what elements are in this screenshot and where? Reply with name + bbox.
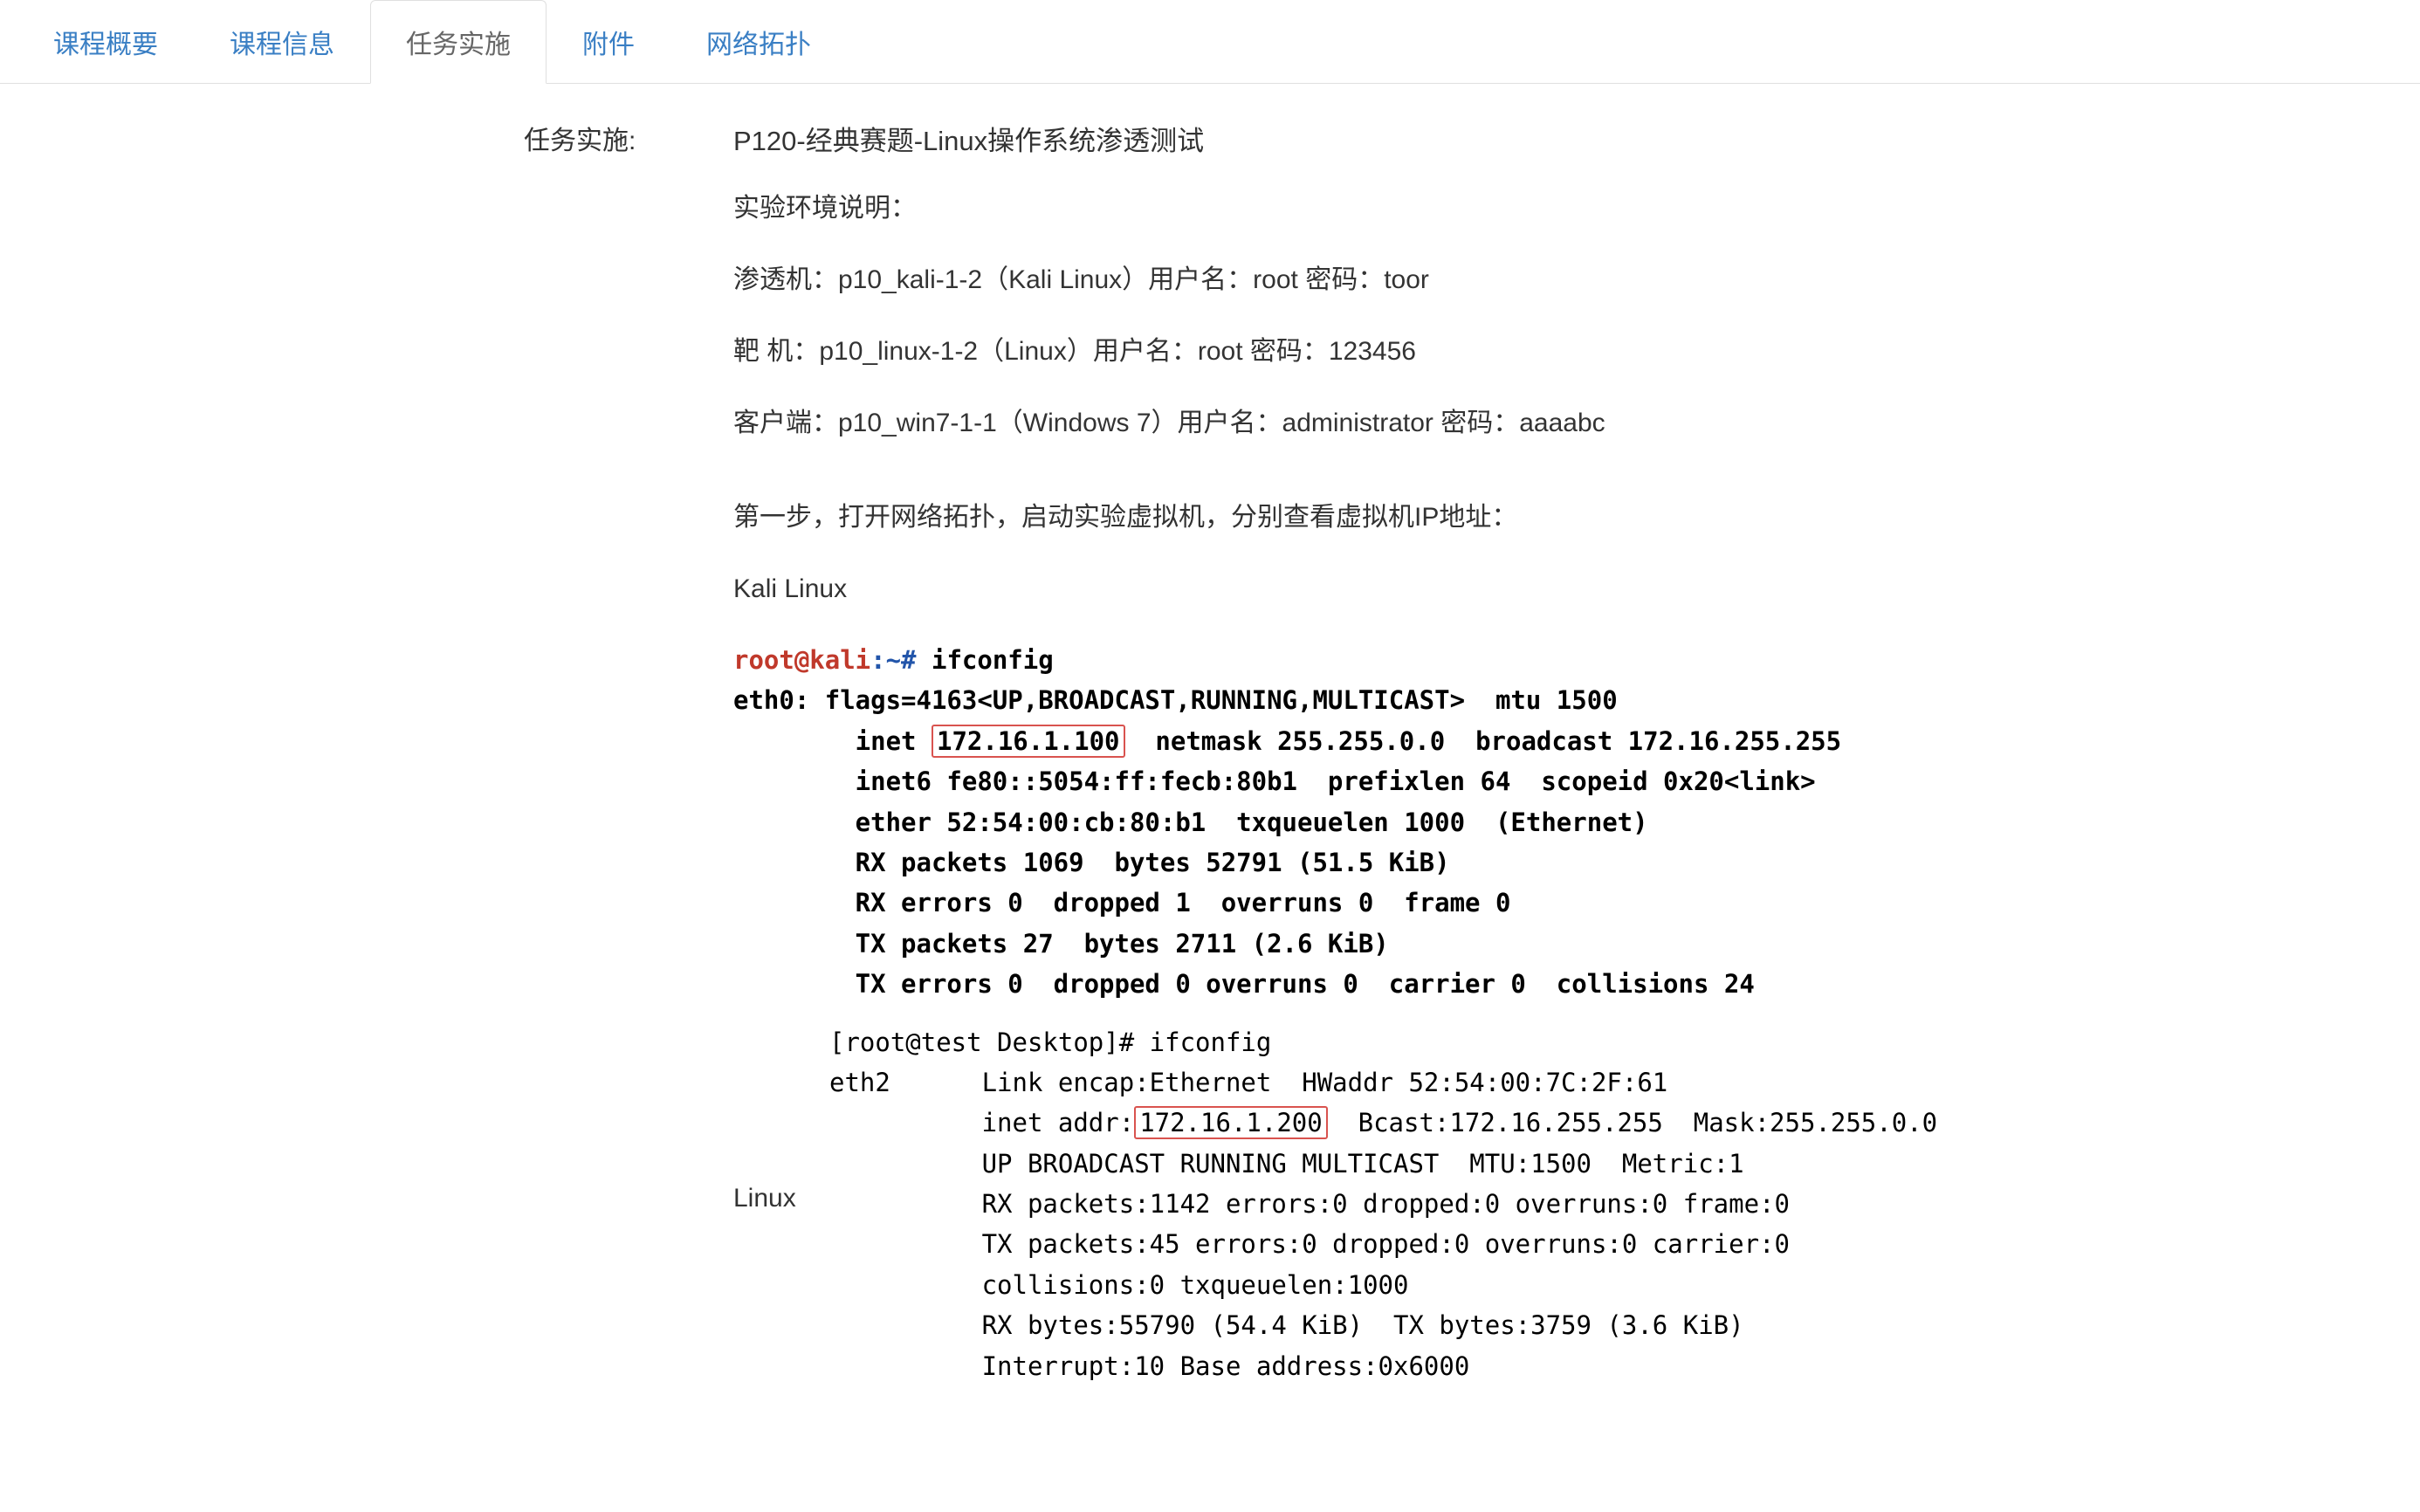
linux-line5: TX packets:45 errors:0 dropped:0 overrun…	[829, 1229, 1790, 1259]
kali-line3: inet6 fe80::5054:ff:fecb:80b1 prefixlen …	[733, 766, 1816, 796]
kali-label: Kali Linux	[733, 568, 2385, 610]
linux-line8: Interrupt:10 Base address:0x6000	[829, 1351, 1469, 1381]
kali-terminal-output: root@kali:~# ifconfig eth0: flags=4163<U…	[733, 640, 2385, 1005]
linux-ip-highlight: 172.16.1.200	[1134, 1106, 1328, 1139]
linux-line1: eth2 Link encap:Ethernet HWaddr 52:54:00…	[829, 1068, 1667, 1097]
kali-line7: TX packets 27 bytes 2711 (2.6 KiB)	[733, 929, 1389, 959]
linux-line2-pre: inet addr:	[829, 1108, 1134, 1137]
tab-course-info[interactable]: 课程信息	[194, 0, 370, 84]
prompt-home: :~#	[870, 645, 916, 675]
tabs-bar: 课程概要 课程信息 任务实施 附件 网络拓扑	[0, 0, 2420, 84]
env-header: 实验环境说明：	[733, 188, 2385, 230]
section-label: 任务实施:	[524, 119, 636, 157]
linux-line4: RX packets:1142 errors:0 dropped:0 overr…	[829, 1189, 1790, 1219]
linux-label: Linux	[733, 1184, 829, 1213]
machine-target: 靶 机：p10_linux-1-2（Linux）用户名：root 密码：1234…	[733, 331, 2385, 373]
kali-line2-pre: inet	[733, 726, 932, 756]
main-column: P120-经典赛题-Linux操作系统渗透测试 实验环境说明： 渗透机：p10_…	[733, 119, 2385, 1386]
linux-line3: UP BROADCAST RUNNING MULTICAST MTU:1500 …	[829, 1149, 1744, 1179]
kali-ip-highlight: 172.16.1.100	[932, 725, 1125, 758]
task-title: P120-经典赛题-Linux操作系统渗透测试	[733, 119, 2385, 158]
tab-task-implementation[interactable]: 任务实施	[370, 0, 547, 84]
machine-client: 客户端：p10_win7-1-1（Windows 7）用户名：administr…	[733, 402, 2385, 444]
kali-line1: eth0: flags=4163<UP,BROADCAST,RUNNING,MU…	[733, 685, 1618, 715]
machine-kali: 渗透机：p10_kali-1-2（Kali Linux）用户名：root 密码：…	[733, 259, 2385, 301]
linux-line6: collisions:0 txqueuelen:1000	[829, 1270, 1408, 1300]
linux-line0: [root@test Desktop]# ifconfig	[829, 1027, 1271, 1057]
step-1: 第一步，打开网络拓扑，启动实验虚拟机，分别查看虚拟机IP地址：	[733, 497, 2385, 539]
kali-cmd: ifconfig	[932, 645, 1054, 675]
kali-line5: RX packets 1069 bytes 52791 (51.5 KiB)	[733, 848, 1450, 877]
kali-line4: ether 52:54:00:cb:80:b1 txqueuelen 1000 …	[733, 808, 1648, 837]
tab-network-topology[interactable]: 网络拓扑	[670, 0, 847, 84]
kali-line2-post: netmask 255.255.0.0 broadcast 172.16.255…	[1125, 726, 1842, 756]
content-area: 任务实施: P120-经典赛题-Linux操作系统渗透测试 实验环境说明： 渗透…	[0, 110, 2420, 1386]
kali-line8: TX errors 0 dropped 0 overruns 0 carrier…	[733, 969, 1755, 999]
kali-line6: RX errors 0 dropped 1 overruns 0 frame 0	[733, 888, 1510, 918]
linux-row: Linux [root@test Desktop]# ifconfig eth2…	[733, 1022, 2385, 1387]
prompt-user: root@kali	[733, 645, 870, 675]
linux-line7: RX bytes:55790 (54.4 KiB) TX bytes:3759 …	[829, 1310, 1744, 1340]
tab-attachments[interactable]: 附件	[547, 0, 670, 84]
linux-line2-post: Bcast:172.16.255.255 Mask:255.255.0.0	[1328, 1108, 1937, 1137]
linux-terminal-output: [root@test Desktop]# ifconfig eth2 Link …	[829, 1022, 1937, 1387]
tab-course-overview[interactable]: 课程概要	[17, 0, 194, 84]
